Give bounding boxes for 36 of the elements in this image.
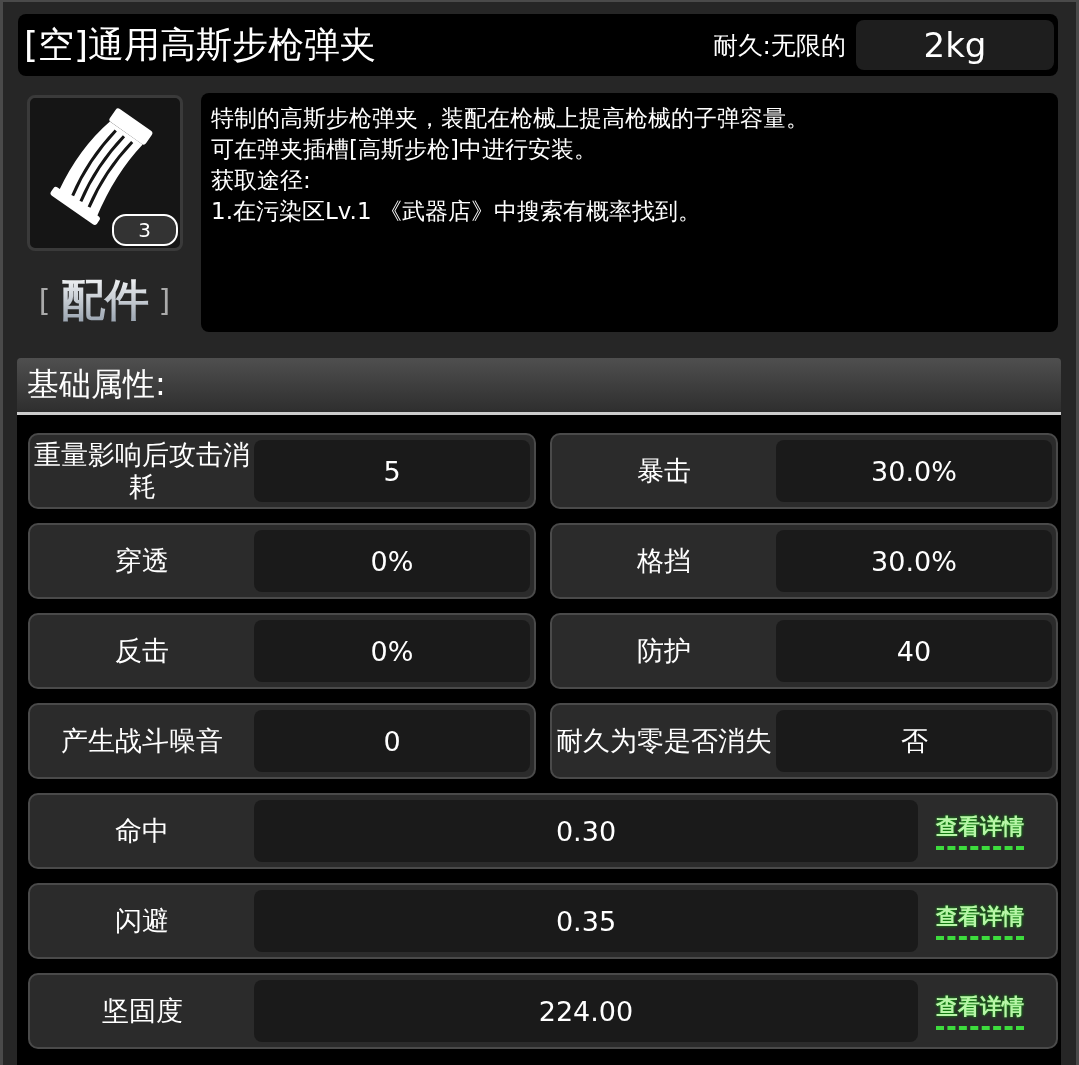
section-title: 基础属性: [27, 364, 166, 405]
details-link[interactable]: 查看详情 [936, 902, 1024, 940]
stat-value: 0 [254, 710, 530, 772]
description-line: 1.在污染区Lv.1 《武器店》中搜索有概率找到。 [211, 197, 702, 226]
stat-value: 0% [254, 530, 530, 592]
stat-label: 命中 [114, 815, 170, 847]
stat-label: 闪避 [114, 905, 170, 937]
bracket: ] [158, 283, 171, 318]
stat-value: 0.35 [254, 890, 918, 952]
count-badge: 3 [111, 214, 178, 246]
stat-value: 30.0% [776, 530, 1052, 592]
bracket: [ [38, 283, 51, 318]
stat-label: 重量影响后攻击消耗 [33, 439, 251, 503]
stat-label: 防护 [636, 635, 692, 667]
stat-value: 40 [776, 620, 1052, 682]
details-link[interactable]: 查看详情 [936, 992, 1024, 1030]
stat-value: 5 [254, 440, 530, 502]
details-link[interactable]: 查看详情 [936, 812, 1024, 850]
stat-label: 反击 [114, 635, 170, 667]
weight-value: 2kg [856, 20, 1054, 70]
description-line: 获取途径: [211, 166, 312, 195]
item-title: [空]通用高斯步枪弹夹 [24, 22, 378, 67]
stat-value: 0.30 [254, 800, 918, 862]
stat-value: 30.0% [776, 440, 1052, 502]
durability-label: 耐久:无限的 [712, 29, 846, 62]
stat-label: 穿透 [114, 545, 170, 577]
stat-label: 产生战斗噪音 [60, 725, 224, 757]
stat-value: 224.00 [254, 980, 918, 1042]
stat-value: 0% [254, 620, 530, 682]
stat-label: 坚固度 [100, 995, 184, 1027]
stat-label: 暴击 [636, 455, 692, 487]
stat-label: 耐久为零是否消失 [555, 725, 773, 757]
stat-value: 否 [776, 710, 1052, 772]
description-line: 可在弹夹插槽[高斯步枪]中进行安装。 [211, 135, 598, 164]
stat-label: 格挡 [636, 545, 692, 577]
description-line: 特制的高斯步枪弹夹，装配在枪械上提高枪械的子弹容量。 [211, 104, 810, 133]
